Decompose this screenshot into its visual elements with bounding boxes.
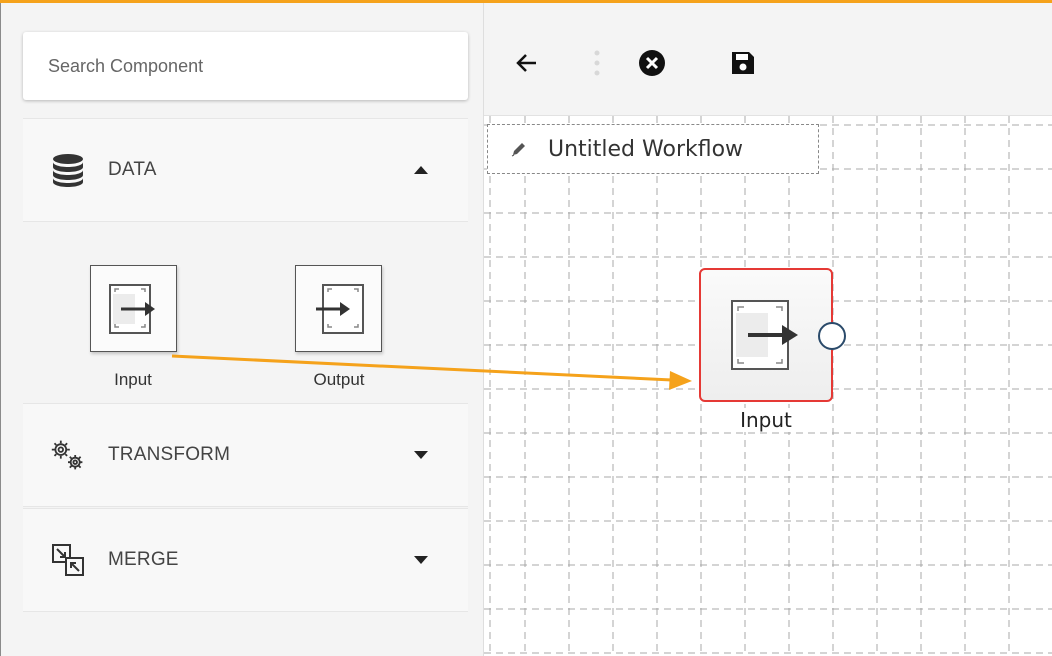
component-panel: DATA Input Output [0, 3, 484, 656]
section-merge-label: MERGE [108, 549, 179, 570]
close-circle-icon[interactable] [637, 48, 667, 78]
search-box[interactable] [23, 32, 468, 100]
caret-up-icon[interactable] [414, 166, 428, 174]
canvas-node-label: Input [716, 408, 816, 432]
data-components: Input Output [23, 222, 468, 403]
arrow-left-icon[interactable] [512, 48, 542, 78]
save-icon[interactable] [728, 48, 758, 78]
component-output-tile[interactable] [295, 265, 382, 352]
input-arrow-icon [108, 283, 155, 334]
more-vertical-icon[interactable] [582, 48, 612, 78]
section-data-header[interactable]: DATA [23, 118, 468, 222]
section-data-label: DATA [108, 159, 157, 180]
component-output-label: Output [313, 370, 365, 389]
component-input-label: Input [114, 370, 152, 389]
input-arrow-icon [731, 300, 798, 370]
merge-icon [50, 542, 86, 578]
database-icon [50, 152, 86, 188]
workflow-toolbar [484, 3, 1052, 116]
section-merge-header[interactable]: MERGE [23, 508, 468, 612]
component-input-tile[interactable] [90, 265, 177, 352]
caret-down-icon[interactable] [414, 451, 428, 459]
output-arrow-icon [315, 283, 364, 334]
workflow-title[interactable]: Untitled Workflow [487, 124, 819, 174]
section-transform-header[interactable]: TRANSFORM [23, 403, 468, 507]
gears-icon [50, 437, 86, 473]
node-output-port[interactable] [818, 322, 846, 350]
search-component-input[interactable] [48, 55, 428, 77]
section-transform-label: TRANSFORM [108, 444, 231, 465]
canvas-node-input[interactable] [699, 268, 833, 402]
caret-down-icon[interactable] [414, 556, 428, 564]
workflow-title-text: Untitled Workflow [548, 136, 744, 162]
pencil-icon[interactable] [510, 139, 530, 159]
